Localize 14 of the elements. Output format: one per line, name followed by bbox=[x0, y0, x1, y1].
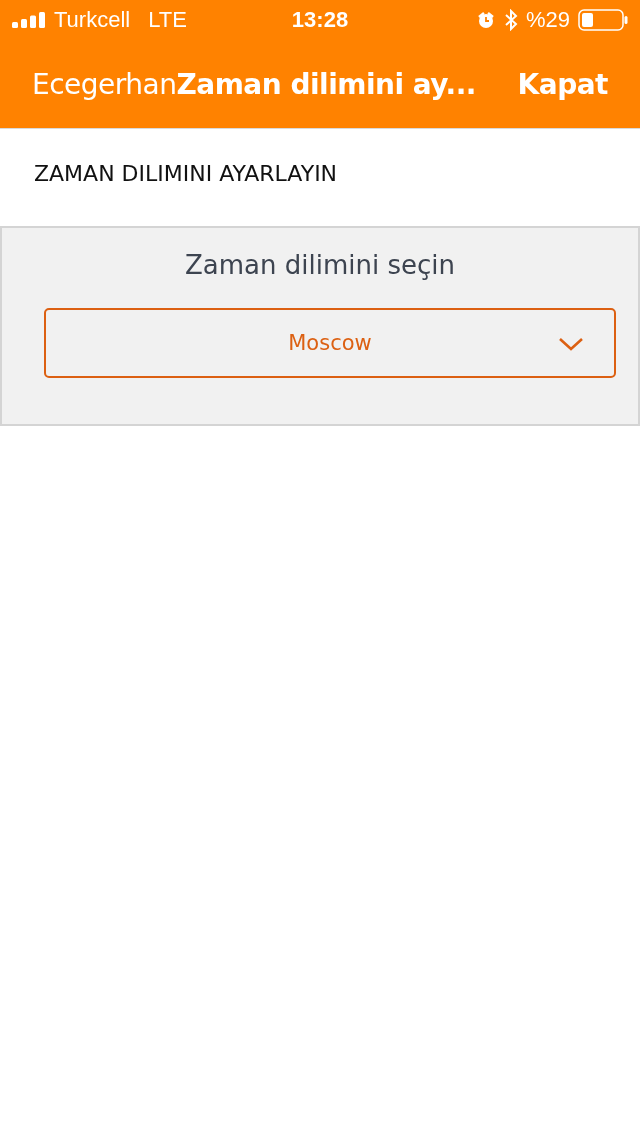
battery-percent: %29 bbox=[525, 7, 570, 33]
battery-icon bbox=[578, 9, 628, 31]
chevron-down-icon bbox=[558, 336, 584, 352]
clock: 13:28 bbox=[291, 7, 349, 33]
network-type: LTE bbox=[148, 7, 187, 33]
field-label: Zaman dilimini seçin bbox=[184, 250, 456, 280]
screen-title: Zaman dilimini ay... bbox=[176, 67, 476, 101]
carrier-name: Turkcell bbox=[54, 7, 131, 33]
back-button[interactable]: Ecegerhan bbox=[32, 67, 177, 101]
section-title: ZAMAN DILIMINI AYARLAYIN bbox=[33, 160, 339, 188]
bluetooth-icon bbox=[503, 9, 518, 31]
signal-icon bbox=[12, 12, 46, 28]
timezone-dropdown[interactable]: Moscow bbox=[44, 308, 616, 378]
close-button[interactable]: Kapat bbox=[517, 67, 608, 101]
